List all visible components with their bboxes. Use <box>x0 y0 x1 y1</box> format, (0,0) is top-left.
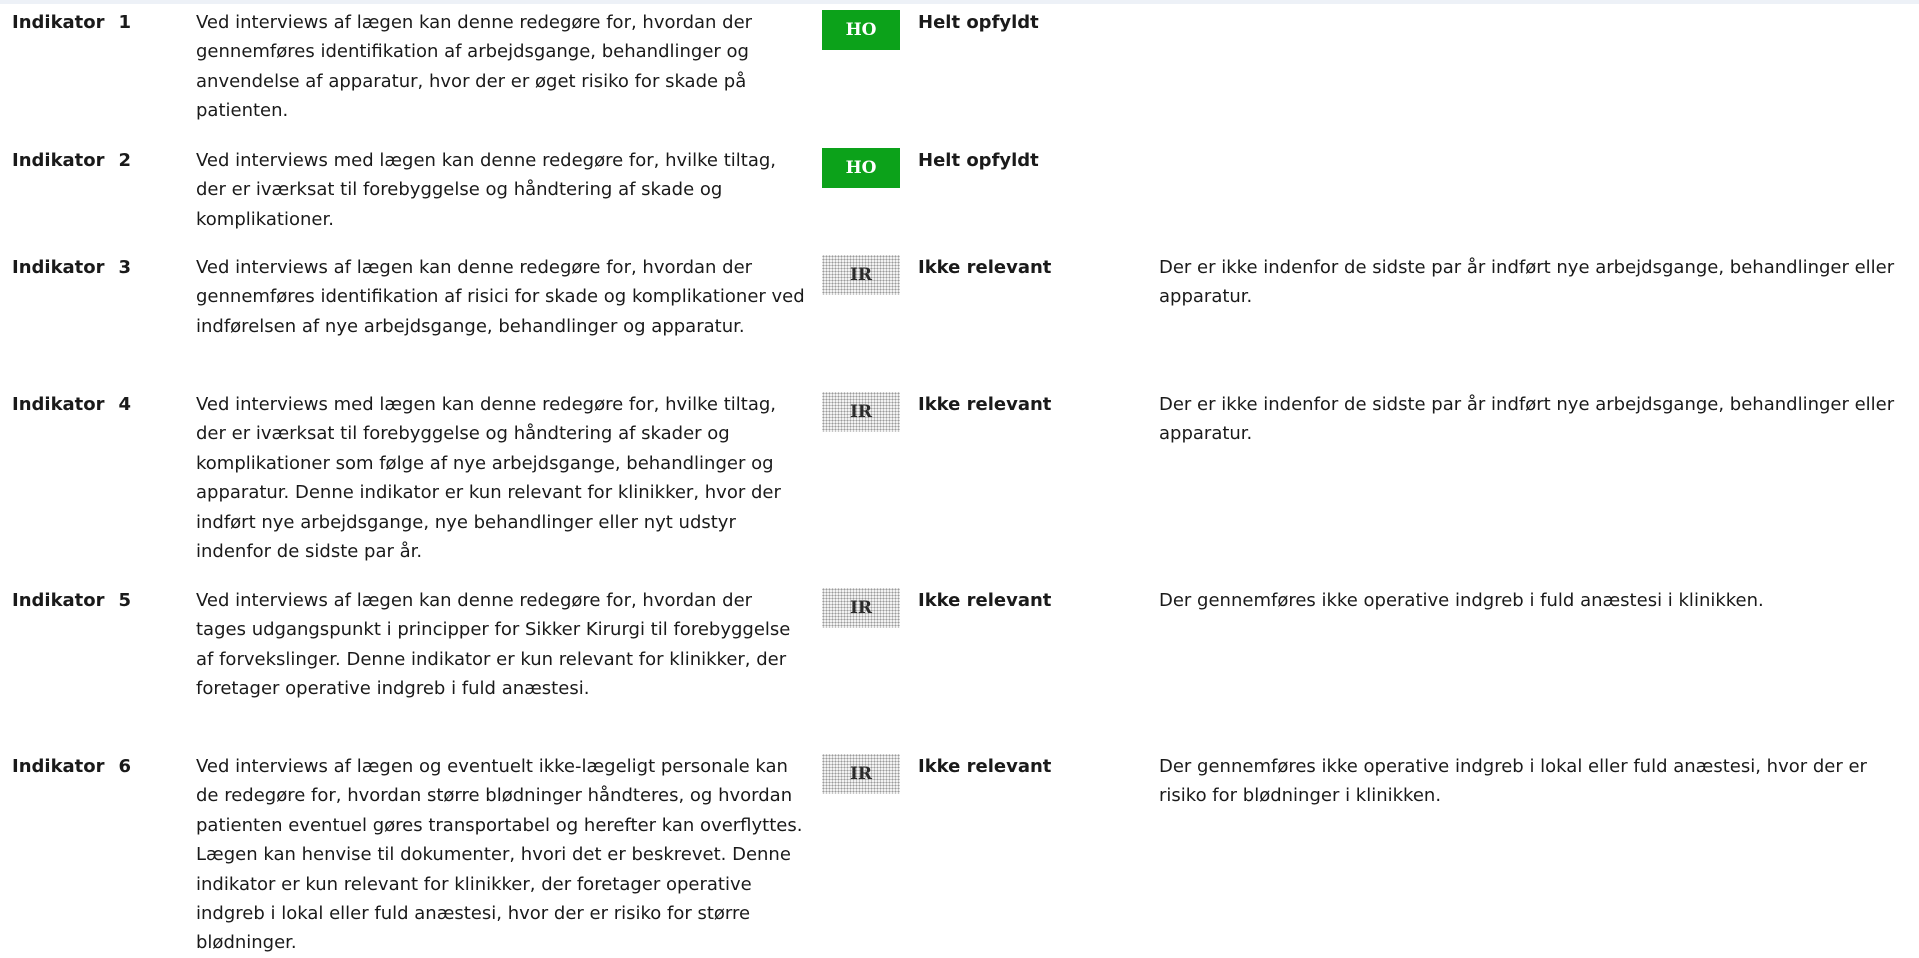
indicator-description: Ved interviews med lægen kan denne redeg… <box>196 394 781 563</box>
status-badge-ir: IR <box>822 255 900 295</box>
status-badge-ir: IR <box>822 392 900 432</box>
indicator-number: 1 <box>118 12 132 33</box>
status-badge-ir: IR <box>822 754 900 794</box>
indicator-description: Ved interviews af lægen kan denne redegø… <box>196 257 805 337</box>
indicator-description: Ved interviews med lægen kan denne redeg… <box>196 150 777 230</box>
indicator-label: Indikator 5 <box>12 586 182 615</box>
indicator-number: 3 <box>118 257 132 278</box>
status-text: Ikke relevant <box>918 257 1052 278</box>
status-text: Helt opfyldt <box>918 12 1039 33</box>
indicator-description: Ved interviews af lægen kan denne redegø… <box>196 12 753 122</box>
indicator-number: 5 <box>118 590 132 611</box>
status-text: Ikke relevant <box>918 590 1052 611</box>
status-text: Ikke relevant <box>918 394 1052 415</box>
top-border <box>0 0 1919 4</box>
status-text: Helt opfyldt <box>918 150 1039 171</box>
indicator-label: Indikator 3 <box>12 253 182 282</box>
status-badge-ir: IR <box>822 588 900 628</box>
indicator-word: Indikator <box>12 257 105 278</box>
indicator-description: Ved interviews af lægen kan denne redegø… <box>196 590 791 700</box>
indicator-comment: Der gennemføres ikke operative indgreb i… <box>1159 756 1867 807</box>
indicator-word: Indikator <box>12 150 105 171</box>
indicator-label: Indikator 2 <box>12 146 182 175</box>
indicator-comment: Der er ikke indenfor de sidste par år in… <box>1159 257 1895 308</box>
status-badge-ho: HO <box>822 148 900 188</box>
indicator-word: Indikator <box>12 12 105 33</box>
indicator-word: Indikator <box>12 394 105 415</box>
indicator-word: Indikator <box>12 756 105 777</box>
indicator-label: Indikator 4 <box>12 390 182 419</box>
indicator-number: 2 <box>118 150 132 171</box>
indicator-word: Indikator <box>12 590 105 611</box>
indicator-label: Indikator 1 <box>12 8 182 37</box>
indicator-label: Indikator 6 <box>12 752 182 781</box>
indicator-comment: Der er ikke indenfor de sidste par år in… <box>1159 394 1895 445</box>
indicator-comment: Der gennemføres ikke operative indgreb i… <box>1159 590 1764 611</box>
indicator-description: Ved interviews af lægen og eventuelt ikk… <box>196 756 803 954</box>
indicator-number: 6 <box>118 756 132 777</box>
status-badge-ho: HO <box>822 10 900 50</box>
status-text: Ikke relevant <box>918 756 1052 777</box>
indicator-number: 4 <box>118 394 132 415</box>
